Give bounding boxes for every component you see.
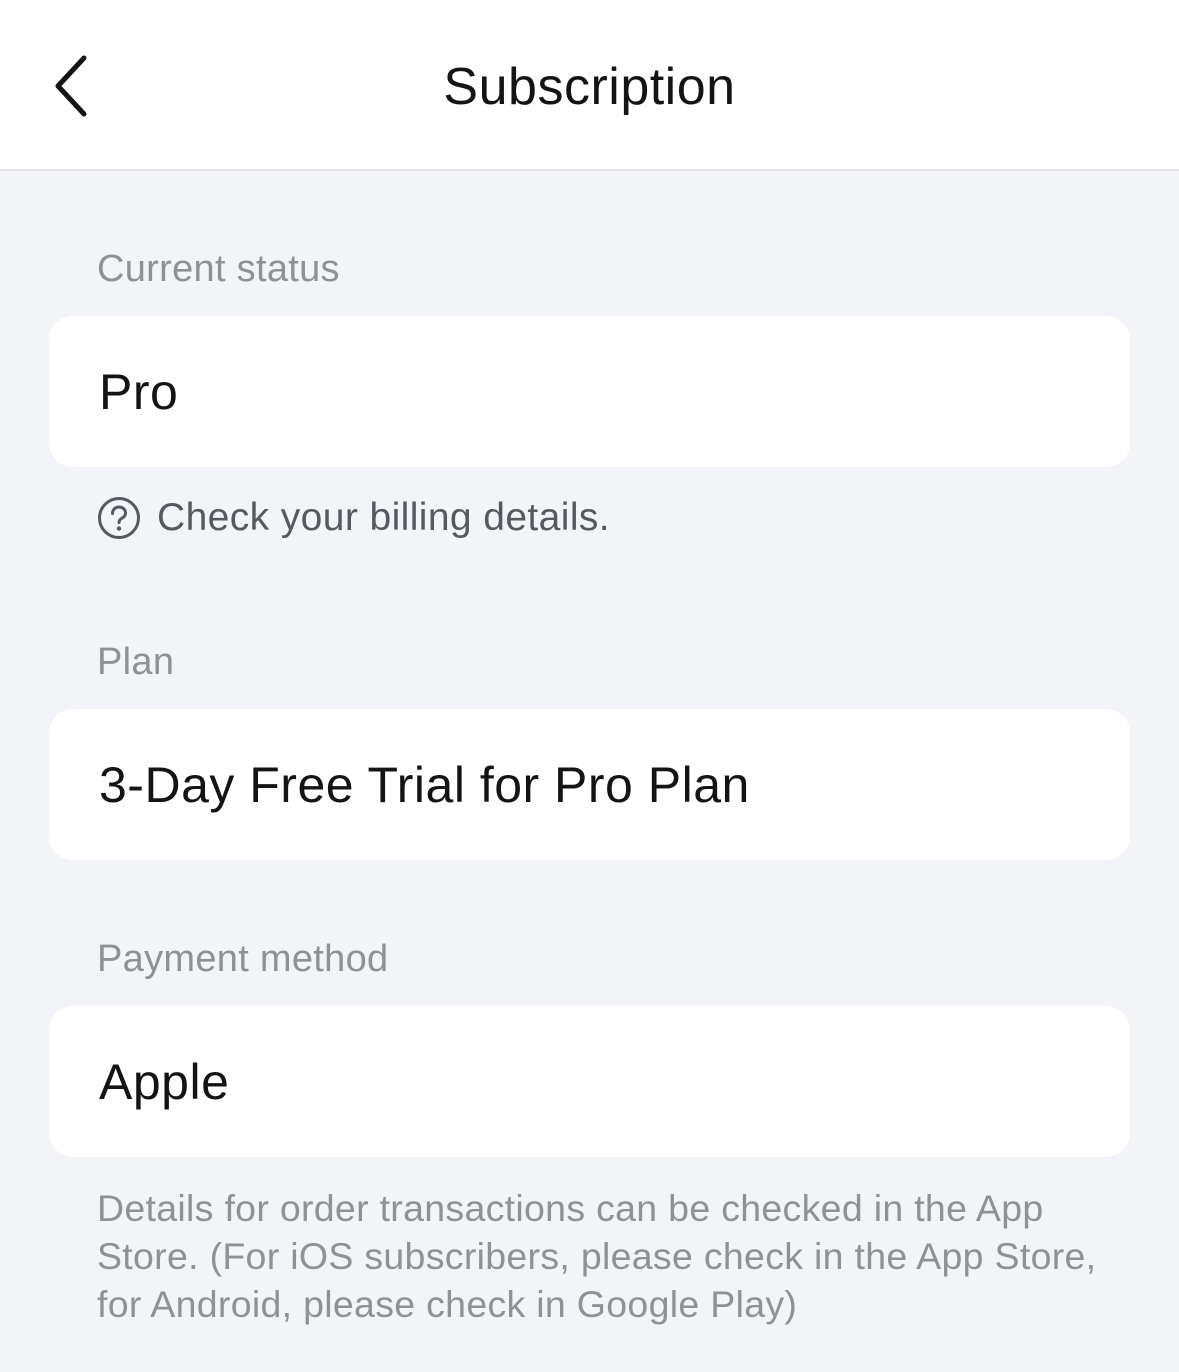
current-status-label: Current status xyxy=(97,248,340,290)
billing-details-link[interactable]: Check your billing details. xyxy=(97,494,610,542)
current-status-value: Pro xyxy=(99,363,179,420)
payment-method-label: Payment method xyxy=(97,938,389,980)
question-circle-icon xyxy=(97,496,141,540)
order-details-note: Details for order transactions can be ch… xyxy=(97,1187,1097,1325)
plan-card: 3-Day Free Trial for Pro Plan xyxy=(49,709,1130,860)
plan-value: 3-Day Free Trial for Pro Plan xyxy=(99,756,750,813)
payment-method-value: Apple xyxy=(99,1053,230,1110)
plan-label: Plan xyxy=(97,641,175,683)
current-status-card: Pro xyxy=(49,316,1130,467)
billing-details-text: Check your billing details. xyxy=(157,496,611,539)
page-title: Subscription xyxy=(443,58,736,116)
top-nav-bar: Subscription xyxy=(0,0,1179,171)
payment-method-card: Apple xyxy=(49,1006,1130,1157)
